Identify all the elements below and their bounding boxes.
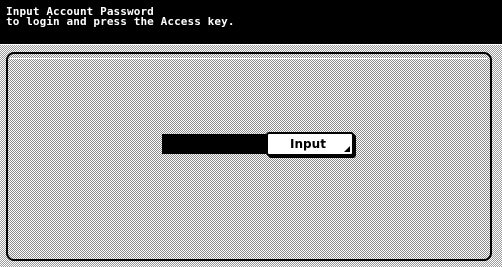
panel-divider [9,58,488,59]
corner-triangle-icon [344,146,350,152]
instruction-line-2: to login and press the Access key. [6,15,235,28]
instruction-header: Input Account Password to login and pres… [0,0,502,44]
input-button-label: Input [290,137,326,151]
input-button[interactable]: Input [266,132,354,156]
password-field[interactable] [162,134,266,154]
login-panel [6,52,492,261]
